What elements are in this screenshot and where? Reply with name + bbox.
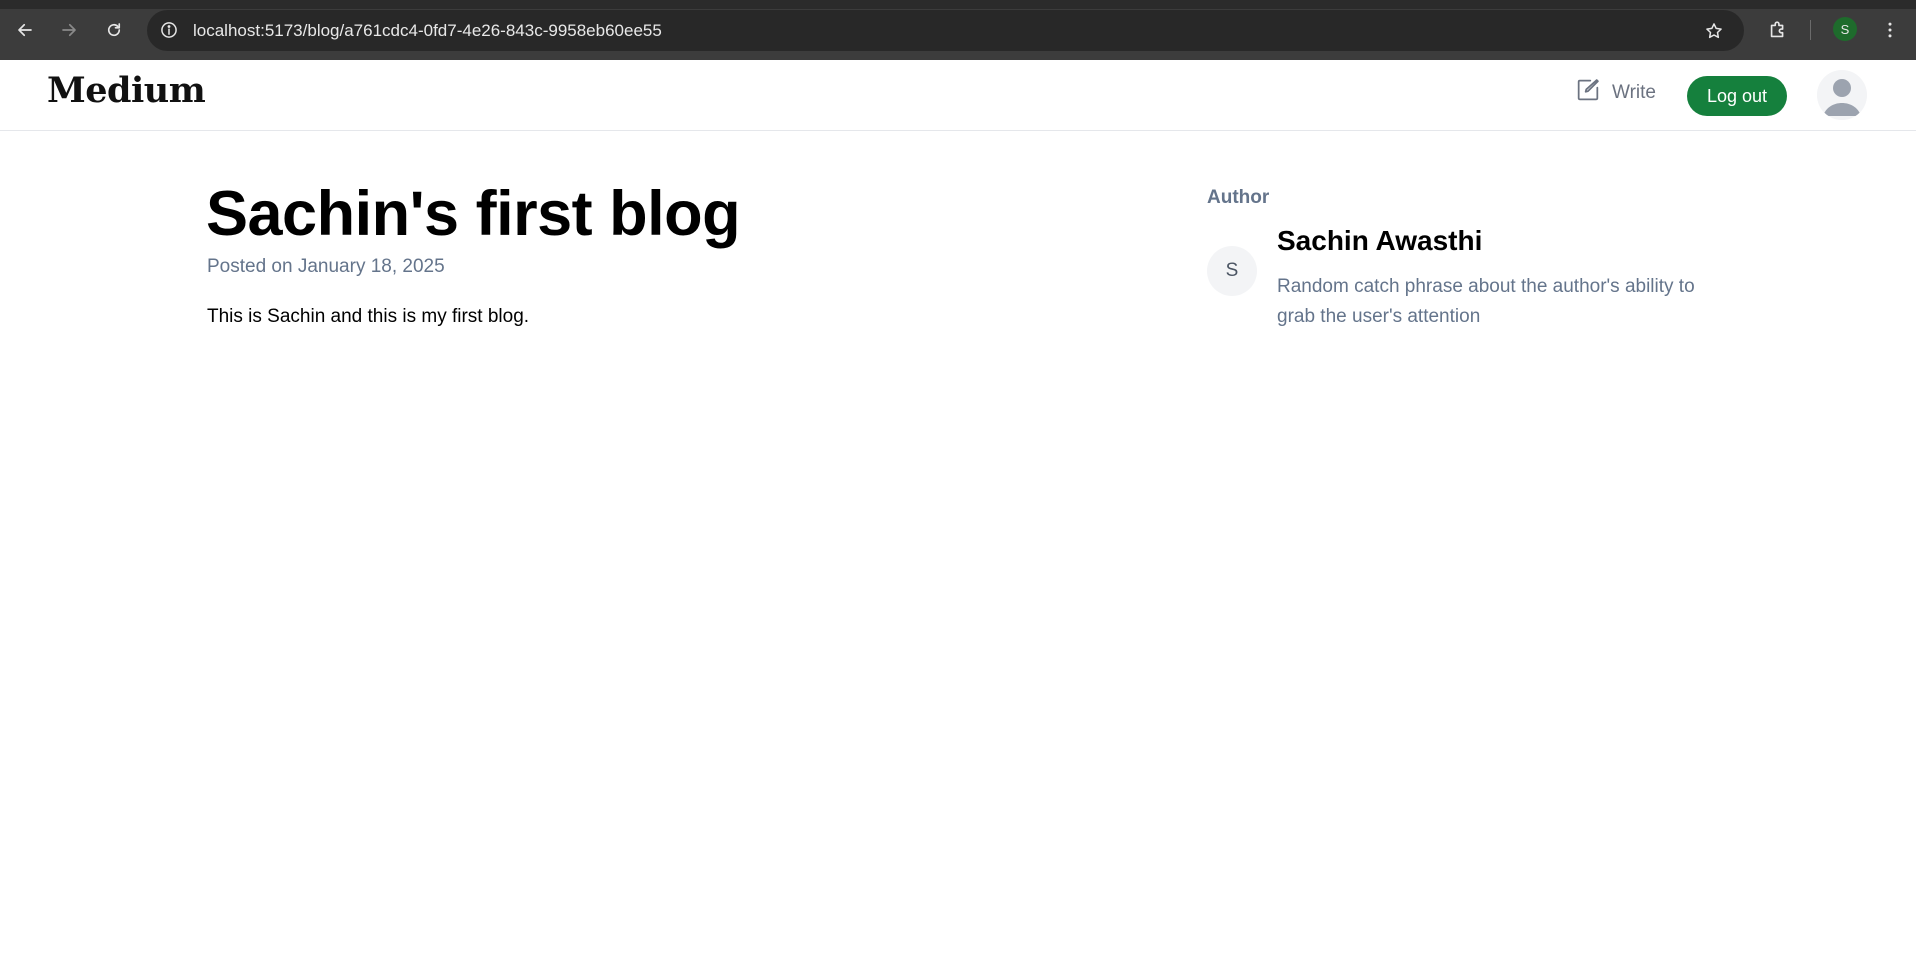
browser-profile-avatar[interactable]: S [1833, 17, 1857, 41]
reload-icon[interactable] [98, 14, 130, 46]
forward-arrow-icon[interactable] [53, 14, 85, 46]
address-bar[interactable]: localhost:5173/blog/a761cdc4-0fd7-4e26-8… [147, 10, 1744, 51]
user-avatar-icon[interactable] [1817, 70, 1867, 120]
post-body: This is Sachin and this is my first blog… [207, 306, 530, 327]
author-bio: Random catch phrase about the author's a… [1277, 276, 1695, 327]
site-logo[interactable]: Medium [47, 70, 206, 111]
url-text[interactable]: localhost:5173/blog/a761cdc4-0fd7-4e26-8… [193, 21, 662, 41]
post-date: Posted on January 18, 2025 [207, 256, 445, 277]
post-title: Sachin's first blog [206, 179, 741, 249]
write-label: Write [1612, 82, 1656, 103]
toolbar-divider [1810, 20, 1811, 40]
author-name: Sachin Awasthi [1277, 225, 1483, 256]
star-icon[interactable] [1702, 19, 1726, 43]
author-section-label: Author [1207, 187, 1270, 208]
edit-icon [1574, 76, 1602, 110]
app-header: Medium Write Log out [0, 60, 1916, 131]
browser-toolbar: localhost:5173/blog/a761cdc4-0fd7-4e26-8… [0, 0, 1916, 60]
kebab-menu-icon[interactable] [1876, 14, 1904, 46]
back-arrow-icon[interactable] [9, 14, 41, 46]
logout-button[interactable]: Log out [1687, 76, 1787, 116]
write-button[interactable]: Write [1574, 77, 1656, 109]
tab-strip [0, 0, 1916, 9]
author-avatar: S [1207, 246, 1257, 296]
puzzle-icon[interactable] [1762, 14, 1794, 46]
info-icon[interactable] [157, 18, 181, 42]
